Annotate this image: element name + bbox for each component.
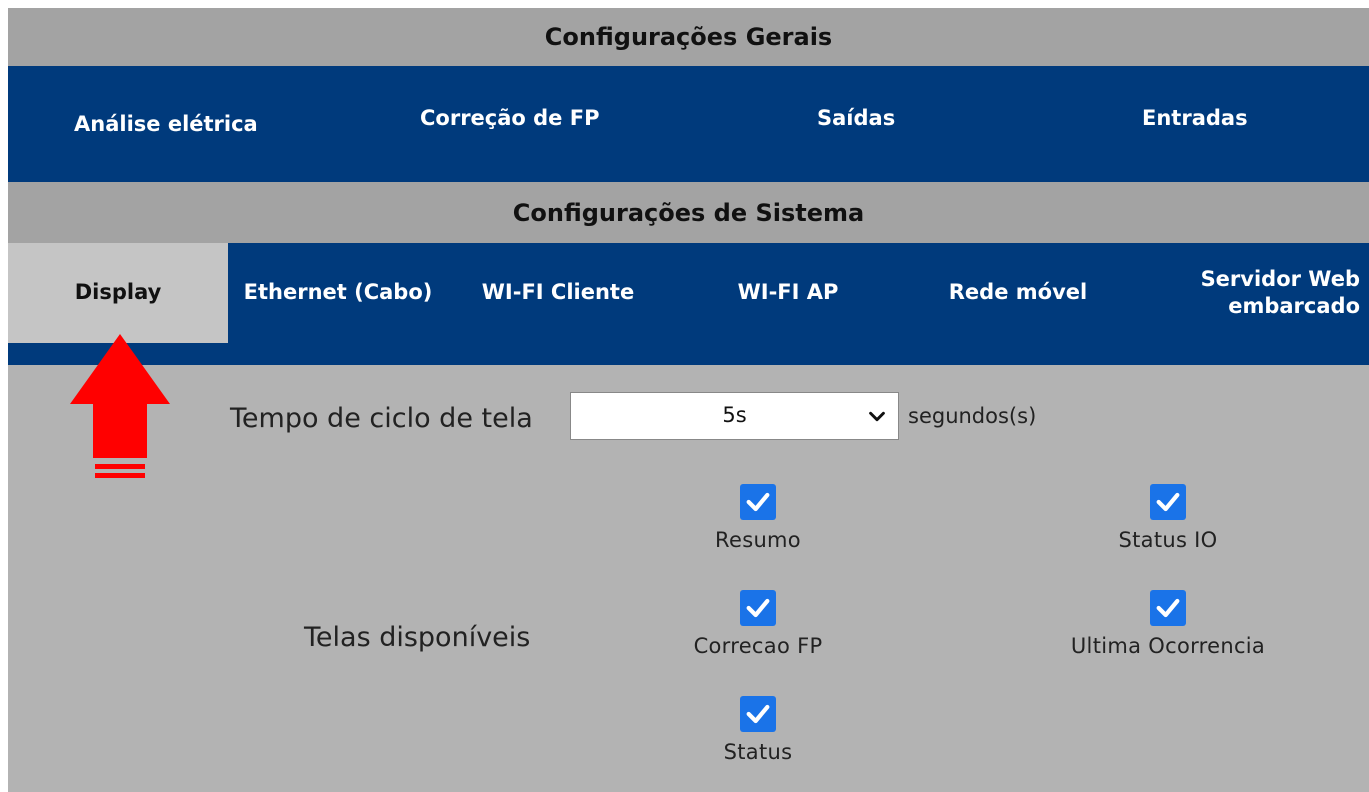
tab-wifi-cliente-label: WI-FI Cliente (481, 280, 635, 305)
checkmark-icon (746, 598, 770, 618)
tab-display[interactable]: Display (8, 243, 228, 343)
screen-option-ultima-ocorrencia: Ultima Ocorrencia (1054, 590, 1282, 658)
cycle-time-unit: segundos(s) (908, 404, 1037, 428)
tab-saidas[interactable]: Saídas (817, 106, 895, 130)
tab-servidor-web-label: Servidor Web embarcado (1200, 266, 1360, 318)
screen-option-resumo: Resumo (658, 484, 858, 552)
chevron-down-icon (869, 411, 885, 422)
screen-label-ultima-ocorrencia: Ultima Ocorrencia (1070, 634, 1266, 658)
checkmark-icon (1156, 598, 1180, 618)
checkbox-ultima-ocorrencia[interactable] (1150, 590, 1186, 626)
tab-rede-movel[interactable]: Rede móvel (908, 243, 1128, 343)
tab-ethernet[interactable]: Ethernet (Cabo) (228, 243, 448, 343)
red-up-arrow-icon (70, 334, 170, 478)
cycle-time-select[interactable]: 5s (570, 392, 899, 440)
checkbox-status-io[interactable] (1150, 484, 1186, 520)
tab-wifi-ap-label: WI-FI AP (737, 280, 839, 305)
screen-option-status-io: Status IO (1068, 484, 1268, 552)
tab-correcao-fp[interactable]: Correção de FP (420, 106, 599, 130)
system-settings-nav: Display Ethernet (Cabo) WI-FI Cliente WI… (8, 243, 1369, 365)
screen-label-resumo: Resumo (715, 528, 801, 552)
checkmark-icon (1156, 492, 1180, 512)
general-settings-title: Configurações Gerais (544, 23, 833, 51)
general-settings-nav: Análise elétrica Correção de FP Saídas E… (8, 66, 1369, 182)
tab-rede-movel-label: Rede móvel (948, 280, 1088, 305)
tab-wifi-cliente[interactable]: WI-FI Cliente (448, 243, 668, 343)
tab-analise-eletrica[interactable]: Análise elétrica (74, 112, 258, 136)
screen-label-correcao-fp: Correcao FP (693, 634, 823, 658)
cycle-time-label: Tempo de ciclo de tela (230, 403, 533, 434)
tab-servidor-web[interactable]: Servidor Web embarcado (1128, 243, 1360, 343)
checkmark-icon (746, 704, 770, 724)
tab-wifi-ap[interactable]: WI-FI AP (668, 243, 908, 343)
checkbox-status[interactable] (740, 696, 776, 732)
system-settings-title: Configurações de Sistema (512, 198, 865, 227)
screen-option-correcao-fp: Correcao FP (658, 590, 858, 658)
screen-label-status-io: Status IO (1118, 528, 1218, 552)
system-settings-header: Configurações de Sistema (8, 182, 1369, 243)
general-settings-header: Configurações Gerais (8, 8, 1369, 66)
settings-panel: Configurações Gerais Análise elétrica Co… (8, 8, 1369, 792)
cycle-time-value: 5s (722, 403, 747, 427)
tab-entradas[interactable]: Entradas (1142, 106, 1248, 130)
checkbox-correcao-fp[interactable] (740, 590, 776, 626)
checkbox-resumo[interactable] (740, 484, 776, 520)
tab-display-label: Display (74, 280, 162, 305)
available-screens-label: Telas disponíveis (304, 622, 531, 653)
screen-label-status: Status (723, 740, 793, 764)
checkmark-icon (746, 492, 770, 512)
tab-ethernet-label: Ethernet (Cabo) (243, 280, 433, 305)
screen-option-status: Status (658, 696, 858, 764)
